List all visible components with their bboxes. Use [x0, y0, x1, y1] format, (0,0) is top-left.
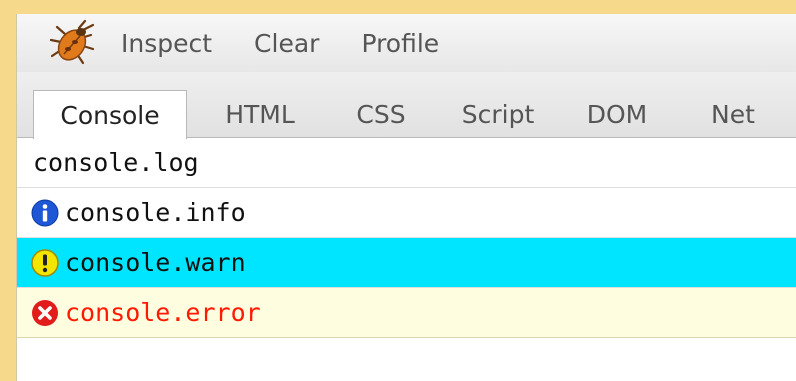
console-entry-text: console.log	[33, 148, 199, 177]
console-entry-text: console.info	[65, 198, 246, 227]
panel-tabs: Console HTML CSS Script DOM Net	[17, 72, 796, 139]
console-entry-log[interactable]: console.log	[17, 138, 796, 188]
console-entry-info[interactable]: console.info	[17, 188, 796, 238]
console-entry-error[interactable]: console.error	[17, 288, 796, 338]
tab-dom[interactable]: DOM	[569, 90, 665, 138]
tab-html[interactable]: HTML	[205, 90, 315, 138]
info-icon	[31, 199, 59, 227]
tab-css[interactable]: CSS	[339, 90, 423, 138]
inspect-button[interactable]: Inspect	[121, 29, 212, 58]
error-icon	[31, 299, 59, 327]
console-entry-warn[interactable]: console.warn	[17, 238, 796, 288]
console-entry-text: console.error	[65, 298, 261, 327]
profile-button[interactable]: Profile	[361, 29, 439, 58]
console-log: console.log console.info console.warn co…	[17, 138, 796, 338]
tab-net[interactable]: Net	[693, 90, 773, 138]
warning-icon	[31, 248, 59, 277]
tab-console[interactable]: Console	[33, 90, 187, 139]
firebug-panel: Inspect Clear Profile Console HTML CSS S…	[16, 14, 796, 381]
firebug-icon[interactable]	[47, 18, 99, 68]
toolbar: Inspect Clear Profile	[17, 14, 796, 72]
clear-button[interactable]: Clear	[254, 29, 319, 58]
tab-script[interactable]: Script	[445, 90, 551, 138]
console-entry-text: console.warn	[65, 248, 246, 277]
